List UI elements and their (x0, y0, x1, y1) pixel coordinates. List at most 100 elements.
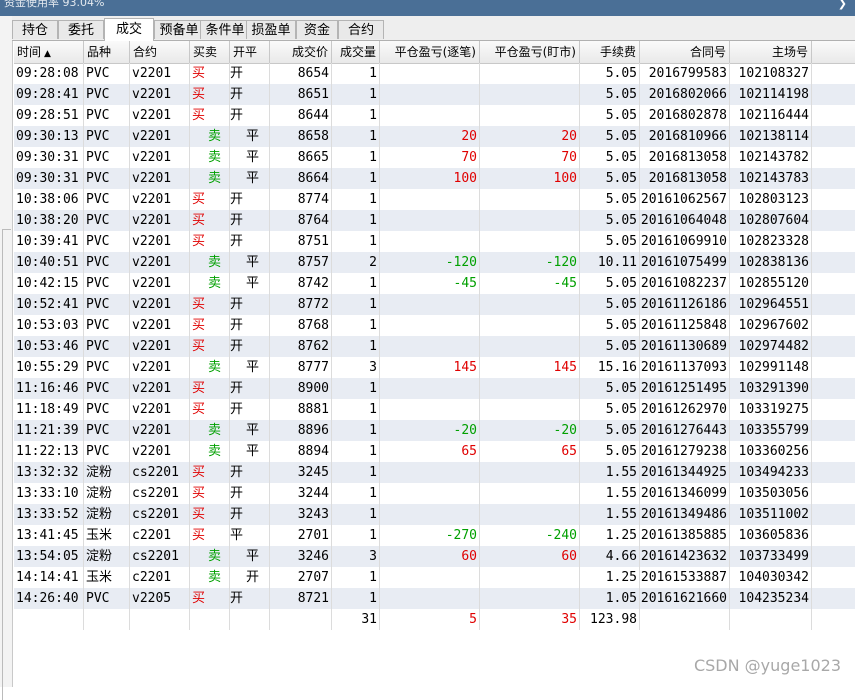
cell-time: 11:21:39 (14, 420, 84, 441)
cell-fee: 1.55 (580, 483, 640, 504)
column-header-exch-no[interactable]: 主场号 (730, 41, 812, 63)
cell-time: 11:18:49 (14, 399, 84, 420)
table-row[interactable]: 14:14:41 玉米 c2201 卖开 2707 1 1.25 20161533887 104… (14, 567, 855, 588)
cell-qty: 1 (332, 210, 380, 231)
cell-fee: 5.05 (580, 189, 640, 210)
cell-fee: 5.05 (580, 84, 640, 105)
cell-contract-no: 20161344925 (640, 462, 730, 483)
column-header-pnl-mtm[interactable]: 平仓盈亏(盯市) (480, 41, 580, 63)
cell-pnl-trade (380, 84, 480, 105)
cell-product: 淀粉 (84, 483, 130, 504)
watermark: CSDN @yuge1023 (693, 656, 841, 675)
cell-exch-no: 102967602 (730, 315, 812, 336)
table-row[interactable]: 09:30:31 PVC v2201 卖平 8664 1 100 100 5.05 2016813… (14, 168, 855, 189)
cell-contract-no: 2016813058 (640, 147, 730, 168)
table-row[interactable]: 10:53:03 PVC v2201 买开 8768 1 5.05 20161125848 10… (14, 315, 855, 336)
cell-qty: 3 (332, 357, 380, 378)
table-row[interactable]: 10:38:20 PVC v2201 买开 8764 1 5.05 20161064048 10… (14, 210, 855, 231)
tab-8[interactable]: 合约 (338, 20, 384, 39)
cell-price: 8742 (270, 273, 332, 294)
cell-contract: v2201 (130, 441, 190, 462)
column-header-qty[interactable]: 成交量 (332, 41, 380, 63)
cell-qty: 1 (332, 588, 380, 609)
column-header-pnl-trade[interactable]: 平仓盈亏(逐笔) (380, 41, 480, 63)
cell-contract: v2201 (130, 252, 190, 273)
cell-time: 09:30:31 (14, 147, 84, 168)
table-row[interactable]: 11:22:13 PVC v2201 卖平 8894 1 65 65 5.05 201612792… (14, 441, 855, 462)
left-panel-edge (0, 16, 13, 700)
cell-side: 卖 (190, 126, 230, 147)
cell-fee: 1.05 (580, 588, 640, 609)
table-row[interactable]: 10:42:15 PVC v2201 卖平 8742 1 -45 -45 5.05 2016108… (14, 273, 855, 294)
cell-fee: 5.05 (580, 126, 640, 147)
cell-time: 11:22:13 (14, 441, 84, 462)
table-row[interactable]: 11:16:46 PVC v2201 买开 8900 1 5.05 20161251495 10… (14, 378, 855, 399)
table-row[interactable]: 10:38:06 PVC v2201 买开 8774 1 5.05 20161062567 10… (14, 189, 855, 210)
cell-time: 10:55:29 (14, 357, 84, 378)
table-row[interactable]: 13:41:45 玉米 c2201 买平 2701 1 -270 -240 1.25 201613… (14, 525, 855, 546)
tab-2[interactable]: 委托 (58, 20, 104, 39)
table-row[interactable]: 09:28:08 PVC v2201 买开 8654 1 5.05 2016799583 102… (14, 63, 855, 84)
cell-fee: 4.66 (580, 546, 640, 567)
cell-openclose: 开 (230, 336, 270, 357)
tab-6[interactable]: 损盈单 (246, 20, 296, 39)
table-row[interactable]: 13:54:05 淀粉 cs2201 卖平 3246 3 60 60 4.66 201614236… (14, 546, 855, 567)
tab-7[interactable]: 资金 (296, 20, 338, 39)
table-row[interactable]: 13:33:10 淀粉 cs2201 买开 3244 1 1.55 20161346099 10… (14, 483, 855, 504)
table-row[interactable]: 10:39:41 PVC v2201 买开 8751 1 5.05 20161069910 10… (14, 231, 855, 252)
column-header-openclose[interactable]: 开平 (230, 41, 270, 63)
cell-pnl-mtm: 60 (480, 546, 580, 567)
table-row[interactable]: 14:26:40 PVC v2205 买开 8721 1 1.05 20161621660 10… (14, 588, 855, 609)
table-row[interactable]: 10:53:46 PVC v2201 买开 8762 1 5.05 20161130689 10… (14, 336, 855, 357)
cell-qty: 1 (332, 126, 380, 147)
cell-price: 8654 (270, 63, 332, 84)
cell-price: 8772 (270, 294, 332, 315)
cell-price: 3245 (270, 462, 332, 483)
table-row[interactable]: 10:40:51 PVC v2201 卖平 8757 2 -120 -120 10.11 2016… (14, 252, 855, 273)
table-row[interactable]: 13:33:52 淀粉 cs2201 买开 3243 1 1.55 20161349486 10… (14, 504, 855, 525)
tab-3[interactable]: 成交 (104, 18, 154, 41)
table-row[interactable]: 11:21:39 PVC v2201 卖平 8896 1 -20 -20 5.05 2016127… (14, 420, 855, 441)
cell-side: 卖 (190, 546, 230, 567)
cell-exch-no: 102974482 (730, 336, 812, 357)
cell-contract-no: 20161262970 (640, 399, 730, 420)
table-row[interactable]: 10:52:41 PVC v2201 买开 8772 1 5.05 20161126186 10… (14, 294, 855, 315)
cell-product: PVC (84, 231, 130, 252)
cell-pnl-mtm (480, 315, 580, 336)
column-header-time[interactable]: 时间 ▲ (14, 41, 84, 63)
table-row[interactable]: 13:32:32 淀粉 cs2201 买开 3245 1 1.55 20161344925 10… (14, 462, 855, 483)
column-header-fee[interactable]: 手续费 (580, 41, 640, 63)
table-row[interactable]: 11:18:49 PVC v2201 买开 8881 1 5.05 20161262970 10… (14, 399, 855, 420)
cell-contract-no: 20161137093 (640, 357, 730, 378)
table-row[interactable]: 10:55:29 PVC v2201 卖平 8777 3 145 145 15.16 201611… (14, 357, 855, 378)
grid-header: 时间 ▲ 品种 合约 买卖 开平 成交价 成交量 平仓盈亏(逐笔) 平仓盈亏(盯市) 手续费 合同号主… (14, 41, 855, 64)
column-header-contract-no[interactable]: 合同号 (640, 41, 730, 63)
column-header-price[interactable]: 成交价 (270, 41, 332, 63)
total-empty-cell (640, 609, 730, 630)
cell-exch-no: 102991148 (730, 357, 812, 378)
cell-side: 买 (190, 63, 230, 84)
table-row[interactable]: 09:30:13 PVC v2201 卖平 8658 1 20 20 5.05 201681096… (14, 126, 855, 147)
table-row[interactable]: 09:28:41 PVC v2201 买开 8651 1 5.05 2016802066 102… (14, 84, 855, 105)
tab-5[interactable]: 条件单 (200, 20, 250, 39)
cell-price: 8757 (270, 252, 332, 273)
cell-side: 卖 (190, 273, 230, 294)
cell-contract-no: 20161130689 (640, 336, 730, 357)
cell-qty: 1 (332, 378, 380, 399)
tab-4[interactable]: 预备单 (154, 20, 204, 39)
cell-contract: v2201 (130, 210, 190, 231)
tab-1[interactable]: 持仓 (12, 20, 58, 39)
table-row[interactable]: 09:30:31 PVC v2201 卖平 8665 1 70 70 5.05 201681305… (14, 147, 855, 168)
cell-pnl-trade (380, 504, 480, 525)
column-header-product[interactable]: 品种 (84, 41, 130, 63)
table-row[interactable]: 09:28:51 PVC v2201 买开 8644 1 5.05 2016802878 102… (14, 105, 855, 126)
cell-exch-no: 102855120 (730, 273, 812, 294)
menu-arrow-icon[interactable]: ❯ (838, 0, 847, 11)
cell-openclose: 平 (230, 420, 270, 441)
column-header-contract[interactable]: 合约 (130, 41, 190, 63)
cell-pnl-mtm: -120 (480, 252, 580, 273)
cell-contract-no: 20161069910 (640, 231, 730, 252)
cell-side: 买 (190, 231, 230, 252)
column-header-side[interactable]: 买卖 (190, 41, 230, 63)
column-header-label: 合约 (133, 45, 158, 59)
